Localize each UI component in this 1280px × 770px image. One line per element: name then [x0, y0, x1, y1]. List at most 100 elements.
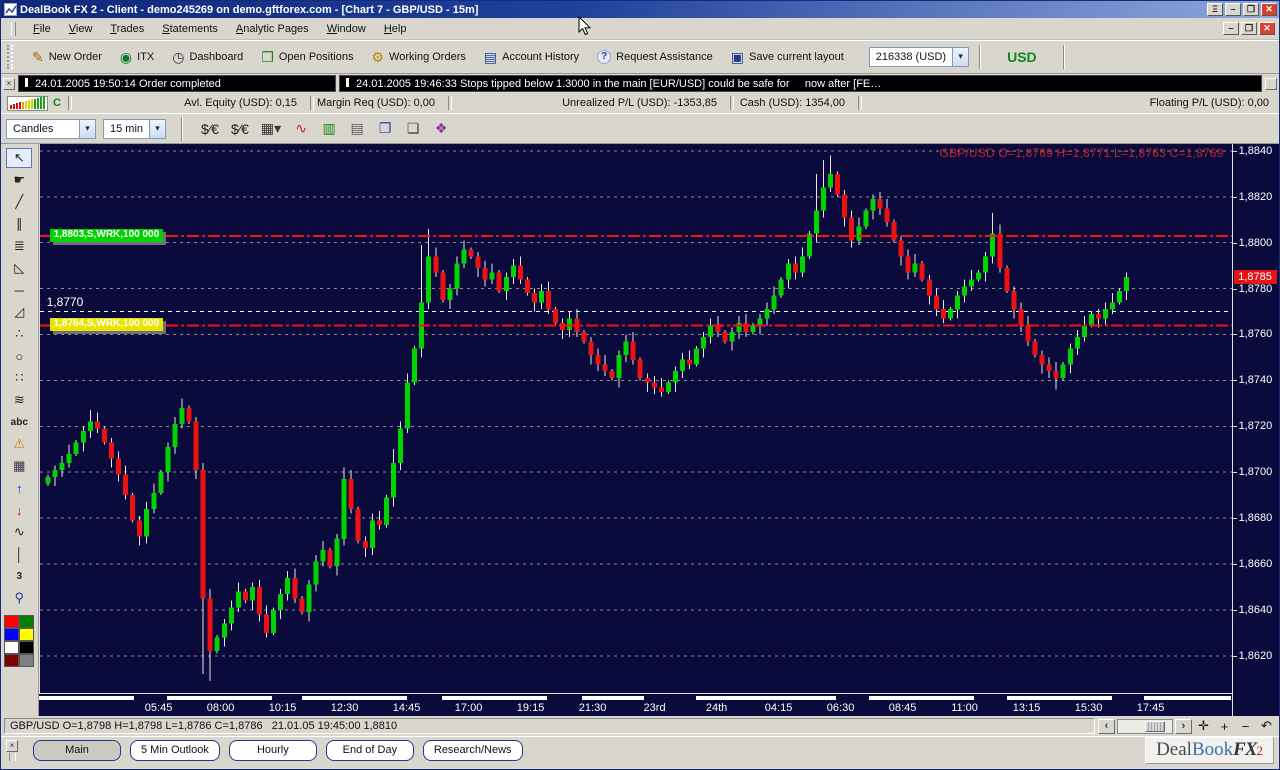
menu-file[interactable]: File [24, 20, 60, 38]
minimize-button[interactable]: – [1225, 3, 1241, 16]
color-swatch[interactable] [4, 641, 20, 654]
chart-style-tool[interactable]: ▥ [318, 118, 340, 139]
color-swatch[interactable] [19, 628, 35, 641]
chevron-down-icon[interactable]: ▾ [149, 119, 166, 138]
horizontal-line-tool[interactable]: ─ [6, 280, 32, 300]
pan-mode-button[interactable]: ✛ [1194, 718, 1213, 734]
menu-analytic-pages[interactable]: Analytic Pages [227, 20, 318, 38]
itx-button[interactable]: ◉ ITX [111, 46, 163, 68]
price-axis[interactable]: 1,8840 1,8820 1,8800 1,8780 1,8760 1,8740 1,87… [1231, 144, 1279, 716]
ticker-more-button[interactable] [1265, 77, 1277, 90]
menu-grip[interactable] [11, 21, 16, 36]
field-divider[interactable] [730, 96, 734, 110]
signal-bar [22, 101, 24, 109]
menu-window[interactable]: Window [318, 20, 375, 38]
working-order-label-0[interactable]: 1,8803,S,WRK,100 000 [49, 228, 164, 242]
open-positions-button[interactable]: ❐ Open Positions [252, 46, 362, 68]
field-divider[interactable] [68, 96, 72, 110]
child-close-button[interactable]: ✕ [1259, 22, 1275, 35]
menu-statements[interactable]: Statements [153, 20, 227, 38]
buy-arrow-tool[interactable]: ↑ [6, 478, 32, 498]
vertical-levels-tool[interactable]: ∷ [6, 368, 32, 388]
parallel-lines-tool[interactable]: ∥ [6, 214, 32, 234]
vertical-line-tool[interactable]: │ [6, 544, 32, 564]
chart-type-select[interactable]: Candles ▾ [6, 118, 96, 139]
scroll-left-button[interactable]: ‹ [1098, 718, 1115, 734]
account-select[interactable]: 216338 (USD) ▾ [868, 47, 970, 67]
working-order-label-1[interactable]: 1,8764,S,WRK,100 000 [49, 318, 164, 332]
color-swatch[interactable] [4, 615, 20, 628]
time-axis[interactable]: 05:45 08:00 10:15 12:30 14:45 17:00 19:15 21:30… [38, 693, 1232, 715]
field-divider[interactable] [310, 96, 314, 110]
color-swatch[interactable] [19, 641, 35, 654]
chart-settings-tool[interactable]: ❖ [430, 118, 452, 139]
window-controls: Ξ – ❐ ✕ [1205, 3, 1277, 16]
close-button[interactable]: ✕ [1261, 3, 1277, 16]
reset-view-button[interactable]: ↶ [1257, 718, 1276, 734]
interval-select[interactable]: 15 min ▾ [103, 118, 167, 139]
fibonacci-levels-tool[interactable]: ∴ [6, 324, 32, 344]
child-minimize-button[interactable]: – [1223, 22, 1239, 35]
zoom-in-button[interactable]: + [1215, 719, 1234, 734]
alert-tool[interactable]: ⚠ [6, 434, 32, 454]
dashboard-button[interactable]: ◷ Dashboard [163, 46, 252, 68]
tab-research-news[interactable]: Research/News [422, 739, 523, 761]
text-tool[interactable]: abc [6, 412, 32, 432]
grid-options-tool[interactable]: ▦▾ [258, 118, 284, 139]
color-swatch[interactable] [4, 628, 20, 641]
sell-arrow-tool[interactable]: ↓ [6, 500, 32, 520]
tabbar-close-button[interactable]: × [6, 739, 18, 752]
price-scale-small-tool[interactable]: $⁄€ [228, 119, 252, 139]
restore-button[interactable]: ❐ [1243, 3, 1259, 16]
toolbar-grip[interactable] [7, 45, 13, 69]
account-history-button[interactable]: ▤ Account History [475, 46, 588, 68]
ellipse-tool[interactable]: ○ [6, 346, 32, 366]
request-assistance-button[interactable]: ? Request Assistance [588, 46, 722, 68]
pointer-tool[interactable]: ↖ [6, 148, 33, 168]
pan-tool[interactable]: ☛ [6, 170, 32, 190]
zoom-out-button[interactable]: − [1236, 719, 1255, 734]
child-restore-button[interactable]: ❐ [1241, 22, 1257, 35]
tab-5-min-outlook[interactable]: 5 Min Outlook [130, 739, 220, 761]
color-swatch[interactable] [19, 615, 35, 628]
tab-hourly[interactable]: Hourly [228, 739, 317, 761]
chart-scrollbar[interactable] [1117, 718, 1173, 734]
trend-line-tool[interactable]: ╱ [6, 192, 32, 212]
tab-main[interactable]: Main [33, 739, 121, 761]
color-palette [4, 615, 35, 667]
menu-trades[interactable]: Trades [101, 20, 153, 38]
horizontal-levels-tool[interactable]: ≣ [6, 236, 32, 256]
diary-tool[interactable]: ❒ [374, 118, 396, 139]
chart-tools: $⁄€ $⁄€ ▦▾ ∿ ▥ ▤ ❒ ❏ ❖ [198, 118, 452, 139]
field-divider[interactable] [448, 96, 452, 110]
working-orders-button[interactable]: ⚙ Working Orders [362, 46, 474, 68]
speed-lines-tool[interactable]: ◿ [6, 302, 32, 322]
menu-view[interactable]: View [60, 20, 102, 38]
tab-end-of-day[interactable]: End of Day [325, 739, 414, 761]
elliott-wave-tool[interactable]: 3 [6, 566, 32, 586]
color-swatch[interactable] [19, 654, 35, 667]
tabbar-grip[interactable] [8, 752, 16, 761]
new-order-button[interactable]: ✎ New Order [23, 46, 111, 68]
scroll-right-button[interactable]: › [1175, 718, 1192, 734]
zoom-tool[interactable]: ⚲ [6, 588, 32, 608]
save-layout-button[interactable]: ▣ Save current layout [722, 46, 853, 68]
color-swatch[interactable] [4, 654, 20, 667]
alert-price-label[interactable]: 1,8770 [47, 295, 84, 309]
chart-frame-tool[interactable]: ▤ [346, 118, 368, 139]
scrollbar-thumb[interactable] [1145, 720, 1165, 732]
price-scale-tool[interactable]: $⁄€ [198, 119, 222, 139]
chevron-down-icon[interactable]: ▾ [952, 48, 969, 66]
ticker-close-button[interactable]: × [3, 77, 15, 90]
print-tool[interactable]: ❏ [402, 118, 424, 139]
menu-help[interactable]: Help [375, 20, 416, 38]
window-shade-button[interactable]: Ξ [1207, 3, 1223, 16]
gann-fan-tool[interactable]: ◺ [6, 258, 32, 278]
chart-plot[interactable]: GBP/USD O=1,8769 H=1,8771 L=1,8763 C=1,8… [38, 144, 1232, 693]
calculator-tool[interactable]: ▦ [6, 456, 32, 476]
wave-tool[interactable]: ∿ [6, 522, 32, 542]
indicators-tool[interactable]: ∿ [290, 118, 312, 139]
chevron-down-icon[interactable]: ▾ [79, 119, 95, 138]
fibonacci-arcs-tool[interactable]: ≋ [6, 390, 32, 410]
field-divider[interactable] [858, 96, 862, 110]
